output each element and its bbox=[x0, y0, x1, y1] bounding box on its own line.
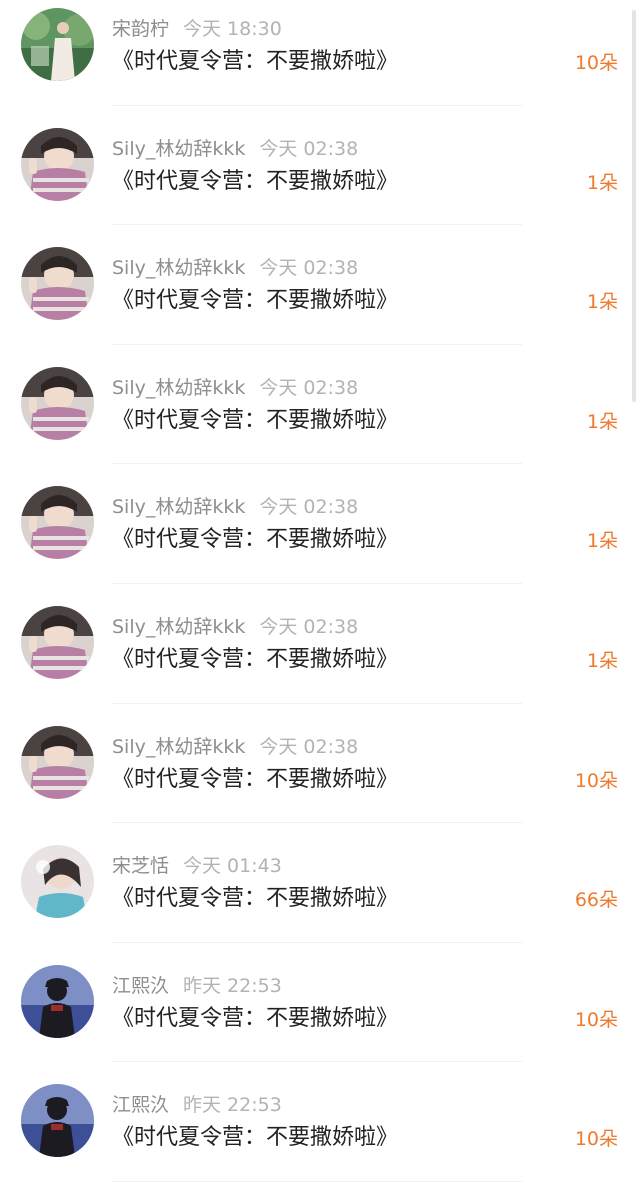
item-meta: Sily_林幼辞kkk 今天 02:38 bbox=[112, 734, 358, 760]
scrollbar[interactable] bbox=[632, 10, 636, 402]
divider bbox=[112, 822, 522, 824]
divider bbox=[112, 104, 522, 106]
gift-amount: 10朵 bbox=[574, 1128, 618, 1151]
username[interactable]: Sily_林幼辞kkk bbox=[112, 257, 245, 279]
item-meta: Sily_林幼辞kkk 今天 02:38 bbox=[112, 375, 358, 401]
username[interactable]: 江熙汣 bbox=[112, 1094, 169, 1116]
item-meta: Sily_林幼辞kkk 今天 02:38 bbox=[112, 255, 358, 281]
list-item[interactable]: 宋韵柠 今天 18:30 《时代夏令营：不要撒娇啦》 10朵 bbox=[0, 0, 640, 120]
item-meta: Sily_林幼辞kkk 今天 02:38 bbox=[112, 494, 358, 520]
timestamp: 今天 02:38 bbox=[259, 615, 359, 638]
item-title: 《时代夏令营：不要撒娇啦》 bbox=[112, 527, 399, 553]
item-meta: 宋韵柠 今天 18:30 bbox=[112, 16, 282, 42]
divider bbox=[112, 224, 522, 226]
item-meta: Sily_林幼辞kkk 今天 02:38 bbox=[112, 136, 358, 162]
username[interactable]: Sily_林幼辞kkk bbox=[112, 616, 245, 638]
username[interactable]: Sily_林幼辞kkk bbox=[112, 377, 245, 399]
seaside-silhouette-avatar[interactable] bbox=[21, 964, 94, 1038]
username[interactable]: Sily_林幼辞kkk bbox=[112, 138, 245, 160]
peace-sign-selfie-avatar[interactable] bbox=[21, 247, 94, 321]
item-title: 《时代夏令营：不要撒娇啦》 bbox=[112, 1005, 399, 1031]
seaside-silhouette-avatar[interactable] bbox=[21, 1084, 94, 1158]
item-title: 《时代夏令营：不要撒娇啦》 bbox=[112, 407, 399, 433]
list-item[interactable]: Sily_林幼辞kkk 今天 02:38 《时代夏令营：不要撒娇啦》 1朵 bbox=[0, 239, 640, 359]
gift-amount: 10朵 bbox=[574, 52, 618, 74]
gift-amount: 10朵 bbox=[574, 1008, 618, 1031]
timestamp: 昨天 22:53 bbox=[183, 1094, 282, 1117]
list-item[interactable]: Sily_林幼辞kkk 今天 02:38 《时代夏令营：不要撒娇啦》 1朵 bbox=[0, 359, 640, 479]
gift-amount: 1朵 bbox=[586, 649, 618, 672]
item-title: 《时代夏令营：不要撒娇啦》 bbox=[112, 646, 399, 672]
list-item[interactable]: Sily_林幼辞kkk 今天 02:38 《时代夏令营：不要撒娇啦》 1朵 bbox=[0, 478, 640, 598]
gift-amount: 1朵 bbox=[586, 291, 618, 314]
item-meta: Sily_林幼辞kkk 今天 02:38 bbox=[112, 614, 358, 640]
timestamp: 今天 18:30 bbox=[183, 18, 282, 40]
list-item[interactable]: Sily_林幼辞kkk 今天 02:38 《时代夏令营：不要撒娇啦》 1朵 bbox=[0, 598, 640, 718]
item-meta: 江熙汣 昨天 22:53 bbox=[112, 1092, 282, 1118]
list-item[interactable]: 江熙汣 昨天 22:53 《时代夏令营：不要撒娇啦》 10朵 bbox=[0, 1076, 640, 1196]
username[interactable]: Sily_林幼辞kkk bbox=[112, 496, 245, 518]
item-title: 《时代夏令营：不要撒娇啦》 bbox=[112, 288, 399, 314]
gift-amount: 1朵 bbox=[586, 530, 618, 553]
peace-sign-selfie-avatar[interactable] bbox=[21, 127, 94, 201]
item-title: 《时代夏令营：不要撒娇啦》 bbox=[112, 168, 399, 194]
timestamp: 今天 02:38 bbox=[259, 735, 359, 758]
gift-amount: 1朵 bbox=[586, 171, 618, 194]
gift-amount: 10朵 bbox=[574, 769, 618, 792]
list-item[interactable]: Sily_林幼辞kkk 今天 02:38 《时代夏令营：不要撒娇啦》 1朵 bbox=[0, 120, 640, 240]
username[interactable]: 宋芝恬 bbox=[112, 855, 169, 877]
divider bbox=[112, 343, 522, 345]
divider bbox=[112, 1061, 522, 1063]
item-meta: 江熙汣 昨天 22:53 bbox=[112, 973, 282, 999]
list-item[interactable]: Sily_林幼辞kkk 今天 02:38 《时代夏令营：不要撒娇啦》 10朵 bbox=[0, 718, 640, 838]
timestamp: 今天 02:38 bbox=[259, 376, 359, 399]
timestamp: 昨天 22:53 bbox=[183, 974, 282, 997]
garden-photo-avatar[interactable] bbox=[21, 8, 94, 81]
timestamp: 今天 01:43 bbox=[183, 855, 282, 878]
item-title: 《时代夏令营：不要撒娇啦》 bbox=[112, 886, 399, 912]
item-title: 《时代夏令营：不要撒娇啦》 bbox=[112, 1125, 399, 1151]
list-item[interactable]: 江熙汣 昨天 22:53 《时代夏令营：不要撒娇啦》 10朵 bbox=[0, 957, 640, 1077]
item-meta: 宋芝恬 今天 01:43 bbox=[112, 853, 282, 879]
divider bbox=[112, 1180, 522, 1182]
girl-portrait-avatar[interactable] bbox=[21, 845, 94, 919]
peace-sign-selfie-avatar[interactable] bbox=[21, 486, 94, 560]
peace-sign-selfie-avatar[interactable] bbox=[21, 366, 94, 440]
username[interactable]: Sily_林幼辞kkk bbox=[112, 736, 245, 758]
divider bbox=[112, 702, 522, 704]
divider bbox=[112, 941, 522, 943]
peace-sign-selfie-avatar[interactable] bbox=[21, 725, 94, 799]
gift-record-list: 宋韵柠 今天 18:30 《时代夏令营：不要撒娇啦》 10朵 Sily_林幼辞kk… bbox=[0, 0, 640, 1196]
gift-amount: 1朵 bbox=[586, 410, 618, 433]
gift-amount: 66朵 bbox=[574, 889, 618, 912]
divider bbox=[112, 582, 522, 584]
username[interactable]: 江熙汣 bbox=[112, 975, 169, 997]
item-title: 《时代夏令营：不要撒娇啦》 bbox=[112, 766, 399, 792]
timestamp: 今天 02:38 bbox=[259, 257, 359, 280]
timestamp: 今天 02:38 bbox=[259, 137, 359, 160]
peace-sign-selfie-avatar[interactable] bbox=[21, 605, 94, 679]
timestamp: 今天 02:38 bbox=[259, 496, 359, 519]
divider bbox=[112, 463, 522, 465]
list-item[interactable]: 宋芝恬 今天 01:43 《时代夏令营：不要撒娇啦》 66朵 bbox=[0, 837, 640, 957]
username[interactable]: 宋韵柠 bbox=[112, 18, 169, 40]
item-title: 《时代夏令营：不要撒娇啦》 bbox=[112, 49, 399, 74]
